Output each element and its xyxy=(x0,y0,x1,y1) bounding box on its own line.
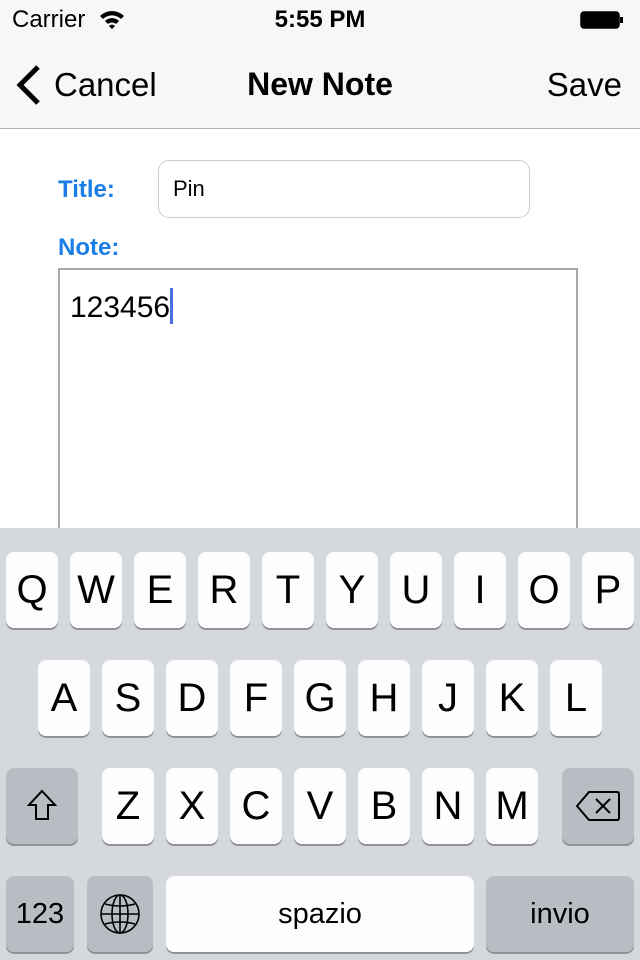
navigation-bar: Cancel New Note Save xyxy=(0,40,640,129)
status-bar: Carrier 5:55 PM xyxy=(0,0,640,40)
key-n[interactable]: N xyxy=(422,768,474,844)
battery-icon xyxy=(580,11,623,29)
title-label: Title: xyxy=(58,176,115,203)
key-m[interactable]: M xyxy=(486,768,538,844)
key-y[interactable]: Y xyxy=(326,552,378,628)
key-b[interactable]: B xyxy=(358,768,410,844)
page-title: New Note xyxy=(247,66,393,102)
shift-key[interactable] xyxy=(6,768,78,844)
key-z[interactable]: Z xyxy=(102,768,154,844)
delete-key[interactable] xyxy=(562,768,634,844)
key-v[interactable]: V xyxy=(294,768,346,844)
clock: 5:55 PM xyxy=(274,6,366,33)
key-p[interactable]: P xyxy=(582,552,634,628)
key-w[interactable]: W xyxy=(70,552,122,628)
save-button[interactable]: Save xyxy=(547,66,622,104)
numbers-key[interactable]: 123 xyxy=(6,876,74,952)
key-d[interactable]: D xyxy=(166,660,218,736)
globe-key[interactable] xyxy=(87,876,153,952)
key-l[interactable]: L xyxy=(550,660,602,736)
key-f[interactable]: F xyxy=(230,660,282,736)
key-t[interactable]: T xyxy=(262,552,314,628)
key-r[interactable]: R xyxy=(198,552,250,628)
key-u[interactable]: U xyxy=(390,552,442,628)
backspace-icon xyxy=(575,791,620,821)
space-key[interactable]: spazio xyxy=(166,876,474,952)
key-a[interactable]: A xyxy=(38,660,90,736)
key-x[interactable]: X xyxy=(166,768,218,844)
key-s[interactable]: S xyxy=(102,660,154,736)
key-i[interactable]: I xyxy=(454,552,506,628)
note-label: Note: xyxy=(58,234,120,261)
note-textarea[interactable]: 123456 xyxy=(58,268,578,568)
key-g[interactable]: G xyxy=(294,660,346,736)
text-caret xyxy=(170,288,174,324)
key-e[interactable]: E xyxy=(134,552,186,628)
keyboard: QWERTYUIOP ASDFGHJKL ZXCVBNM 123 spazio … xyxy=(0,528,640,960)
key-k[interactable]: K xyxy=(486,660,538,736)
title-input[interactable]: Pin xyxy=(158,160,530,218)
globe-icon xyxy=(100,894,140,934)
shift-icon xyxy=(27,789,57,820)
note-text: 123456 xyxy=(70,291,171,324)
key-q[interactable]: Q xyxy=(6,552,58,628)
key-j[interactable]: J xyxy=(422,660,474,736)
key-h[interactable]: H xyxy=(358,660,410,736)
return-key[interactable]: invio xyxy=(486,876,634,952)
key-o[interactable]: O xyxy=(518,552,570,628)
key-c[interactable]: C xyxy=(230,768,282,844)
